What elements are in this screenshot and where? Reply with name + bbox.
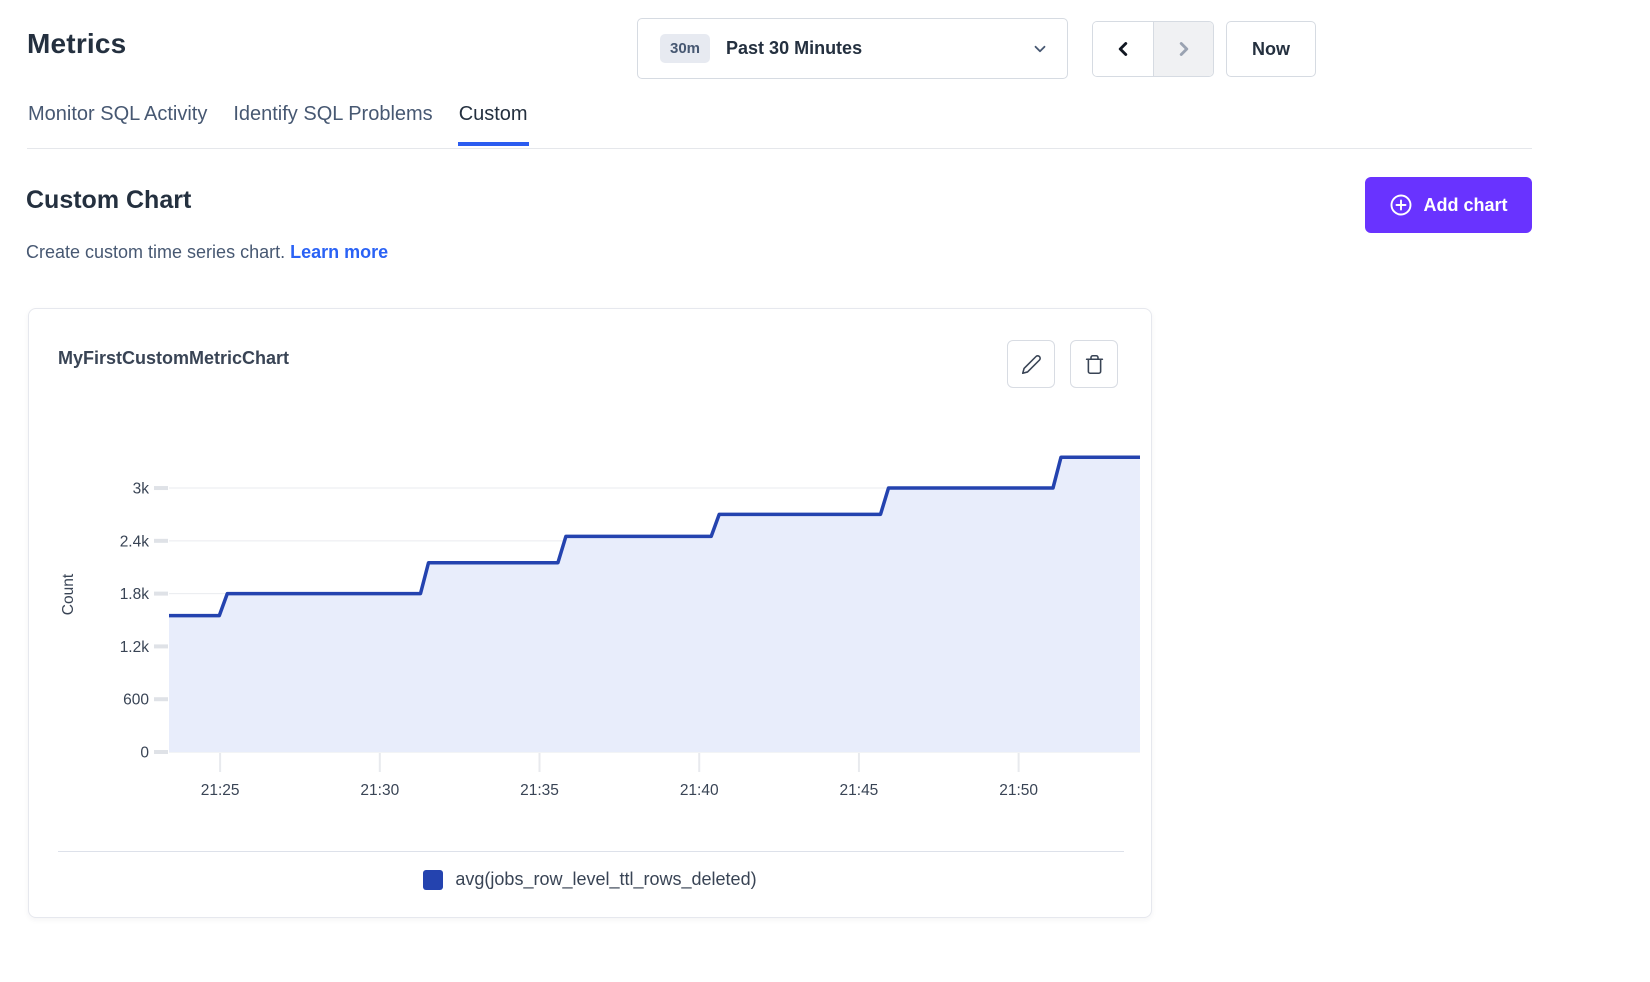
tab-custom[interactable]: Custom xyxy=(458,103,529,146)
x-tick-label: 21:50 xyxy=(999,782,1038,799)
description-text: Create custom time series chart. xyxy=(26,242,285,262)
delete-chart-button[interactable] xyxy=(1070,340,1118,388)
y-tick-label: 1.8k xyxy=(120,586,150,603)
section-heading: Custom Chart xyxy=(26,186,191,215)
x-tick-label: 21:45 xyxy=(840,782,879,799)
trash-icon xyxy=(1084,354,1105,375)
card-separator xyxy=(58,851,1124,852)
series-area xyxy=(169,457,1140,752)
time-pager xyxy=(1092,21,1214,77)
custom-chart-card: MyFirstCustomMetricChart 0 600 1.2k 1.8k 2.4… xyxy=(28,308,1152,918)
time-range-dropdown[interactable]: 30m Past 30 Minutes xyxy=(637,18,1068,79)
chevron-left-icon xyxy=(1112,38,1134,60)
legend-label: avg(jobs_row_level_ttl_rows_deleted) xyxy=(455,869,756,890)
y-tick-label: 2.4k xyxy=(120,533,150,550)
chart-title: MyFirstCustomMetricChart xyxy=(58,348,289,369)
edit-chart-button[interactable] xyxy=(1007,340,1055,388)
x-tick-label: 21:25 xyxy=(201,782,240,799)
add-chart-label: Add chart xyxy=(1423,195,1507,216)
time-range-badge: 30m xyxy=(660,34,710,63)
section-description: Create custom time series chart. Learn m… xyxy=(26,242,388,263)
metrics-page: Metrics 30m Past 30 Minutes Now Monitor … xyxy=(0,0,1650,982)
pencil-icon xyxy=(1021,354,1042,375)
legend-swatch xyxy=(423,870,443,890)
page-title: Metrics xyxy=(27,28,126,60)
time-range-label: Past 30 Minutes xyxy=(726,38,1015,59)
learn-more-link[interactable]: Learn more xyxy=(290,242,388,262)
chevron-down-icon xyxy=(1031,40,1049,58)
y-tick-label: 3k xyxy=(133,481,150,498)
y-tick-label: 0 xyxy=(140,745,149,762)
next-time-button[interactable] xyxy=(1153,22,1213,76)
y-tick-label: 1.2k xyxy=(120,639,150,656)
plus-circle-icon xyxy=(1389,193,1413,217)
tab-identify-sql-problems[interactable]: Identify SQL Problems xyxy=(232,103,433,146)
x-tick-label: 21:40 xyxy=(680,782,719,799)
now-button[interactable]: Now xyxy=(1226,21,1316,77)
chevron-right-icon xyxy=(1173,38,1195,60)
y-axis-title: Count xyxy=(60,573,77,615)
tabs-divider xyxy=(27,148,1532,149)
add-chart-button[interactable]: Add chart xyxy=(1365,177,1532,233)
x-tick-label: 21:35 xyxy=(520,782,559,799)
chart-legend[interactable]: avg(jobs_row_level_ttl_rows_deleted) xyxy=(29,869,1151,890)
custom-chart-plot: 0 600 1.2k 1.8k 2.4k 3k 21:25 21:30 21:35 21:40 21… xyxy=(29,419,1153,814)
tab-bar: Monitor SQL Activity Identify SQL Proble… xyxy=(27,103,529,146)
y-tick-label: 600 xyxy=(123,692,149,709)
previous-time-button[interactable] xyxy=(1093,22,1153,76)
x-tick-label: 21:30 xyxy=(360,782,399,799)
tab-monitor-sql-activity[interactable]: Monitor SQL Activity xyxy=(27,103,208,146)
